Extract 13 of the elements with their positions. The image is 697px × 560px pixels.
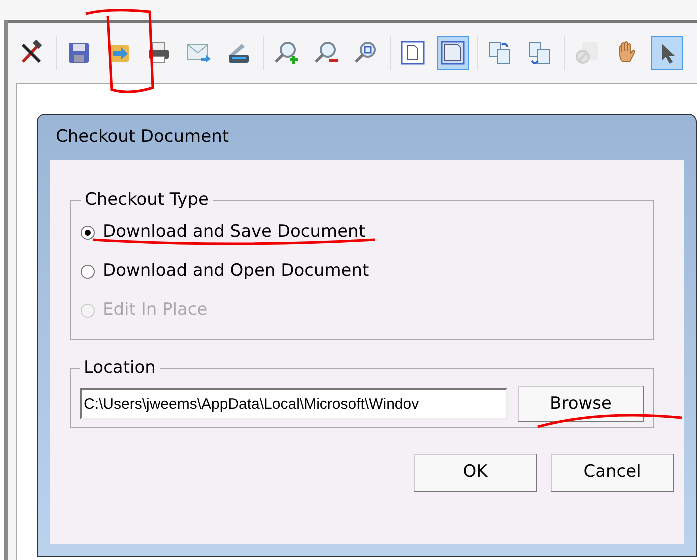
location-field[interactable]: C:\Users\jweems\AppData\Local\Microsoft\Windov xyxy=(80,388,508,420)
browse-button[interactable]: Browse xyxy=(518,386,644,422)
dialog-title: Checkout Document xyxy=(55,126,230,149)
radio-button[interactable] xyxy=(81,265,95,279)
radio-label[interactable]: Download and Open Document xyxy=(103,259,370,285)
page-icon[interactable] xyxy=(437,36,469,70)
radio-button[interactable] xyxy=(81,226,95,240)
dialog-button[interactable]: Cancel xyxy=(551,454,674,492)
radio-label[interactable]: Download and Save Document xyxy=(103,220,366,246)
dialog-button[interactable]: OK xyxy=(414,454,537,492)
group-label: Location xyxy=(83,357,157,380)
pointer-icon[interactable] xyxy=(651,36,683,70)
group-label: Checkout Type xyxy=(84,189,210,212)
